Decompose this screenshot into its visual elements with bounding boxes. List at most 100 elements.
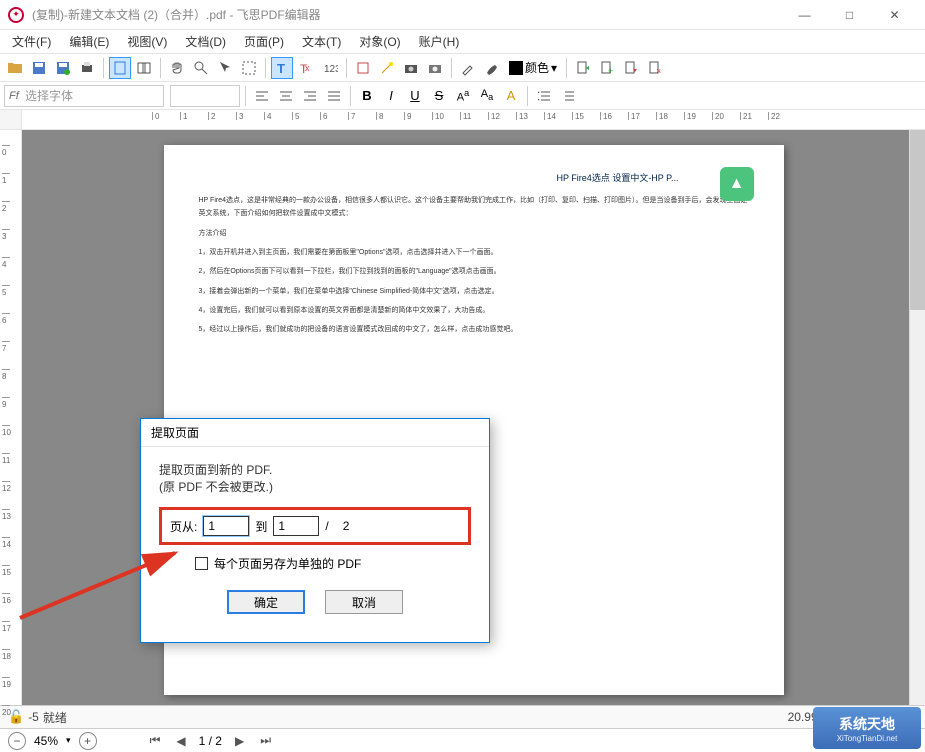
- wand-icon[interactable]: [376, 57, 398, 79]
- align-left-icon[interactable]: [251, 85, 273, 107]
- page-up-icon[interactable]: [620, 57, 642, 79]
- align-justify-icon[interactable]: [323, 85, 345, 107]
- save-icon[interactable]: [28, 57, 50, 79]
- zoom-level: 45%: [34, 734, 58, 748]
- page-add-icon[interactable]: +: [596, 57, 618, 79]
- page-body: HP Fire4选点，这是非常经典的一款办公设备，相信很多人都认识它。这个设备主…: [199, 194, 749, 336]
- pages-icon[interactable]: [133, 57, 155, 79]
- maximize-button[interactable]: □: [827, 1, 872, 29]
- underline-icon[interactable]: U: [404, 85, 426, 107]
- text-bold-icon[interactable]: Tx: [295, 57, 317, 79]
- main-toolbar: T Tx 123 颜色 ▾ + ×: [0, 54, 925, 82]
- brand-en: XiTongTianDi.net: [837, 734, 898, 743]
- checkbox-label: 每个页面另存为单独的 PDF: [214, 555, 361, 572]
- pdf-badge-icon: ▲: [720, 167, 754, 201]
- menu-text[interactable]: 文本(T): [294, 30, 349, 53]
- next-page-button[interactable]: ▶: [232, 734, 247, 748]
- color-picker[interactable]: 颜色 ▾: [505, 59, 561, 76]
- from-input[interactable]: [203, 516, 249, 536]
- separator: [346, 58, 347, 78]
- align-center-icon[interactable]: [275, 85, 297, 107]
- checkbox-row: 每个页面另存为单独的 PDF: [195, 555, 471, 572]
- color-label: 颜色: [525, 59, 549, 76]
- page-range-row: 页从: 到 / 2: [159, 507, 471, 545]
- menu-document[interactable]: 文档(D): [177, 30, 234, 53]
- minimize-button[interactable]: —: [782, 1, 827, 29]
- menu-object[interactable]: 对象(O): [351, 30, 408, 53]
- subscript-icon[interactable]: Aa: [476, 85, 498, 107]
- camera2-icon[interactable]: [424, 57, 446, 79]
- last-page-button[interactable]: ⏭: [257, 733, 274, 748]
- page-del-icon[interactable]: ×: [644, 57, 666, 79]
- bold-icon[interactable]: B: [356, 85, 378, 107]
- menu-file[interactable]: 文件(F): [4, 30, 59, 53]
- select-icon[interactable]: [238, 57, 260, 79]
- status-ready: 就绪: [43, 709, 67, 726]
- from-label: 页从:: [170, 518, 197, 535]
- page-icon[interactable]: [109, 57, 131, 79]
- menu-page[interactable]: 页面(P): [236, 30, 292, 53]
- zoom-in-button[interactable]: +: [79, 732, 97, 750]
- separator: [451, 58, 452, 78]
- pointer-icon[interactable]: [214, 57, 236, 79]
- open-icon[interactable]: [4, 57, 26, 79]
- separator: [265, 58, 266, 78]
- eyedropper-icon[interactable]: [457, 57, 479, 79]
- svg-text:+: +: [608, 66, 613, 76]
- menu-view[interactable]: 视图(V): [119, 30, 175, 53]
- menu-account[interactable]: 账户(H): [411, 30, 468, 53]
- total-label: 2: [343, 519, 350, 533]
- close-button[interactable]: ✕: [872, 1, 917, 29]
- separator: [350, 86, 351, 106]
- text-color-icon[interactable]: A: [500, 85, 522, 107]
- dialog-title: 提取页面: [141, 419, 489, 447]
- print-icon[interactable]: [76, 57, 98, 79]
- scrollbar-vertical[interactable]: [909, 130, 925, 705]
- svg-text:T: T: [277, 61, 285, 76]
- window-title: (复制)-新建文本文档 (2)（合并）.pdf - 飞思PDF编辑器: [32, 6, 782, 23]
- zoom-icon[interactable]: [190, 57, 212, 79]
- align-right-icon[interactable]: [299, 85, 321, 107]
- separator: [245, 86, 246, 106]
- line-spacing-icon[interactable]: [533, 85, 555, 107]
- sep-label: /: [325, 519, 328, 533]
- content-area: 01234567891011121314151617181920 ▲ HP Fi…: [0, 130, 925, 705]
- cancel-button[interactable]: 取消: [325, 590, 403, 614]
- brush-icon[interactable]: [481, 57, 503, 79]
- italic-icon[interactable]: I: [380, 85, 402, 107]
- text-icon[interactable]: T: [271, 57, 293, 79]
- save-as-icon[interactable]: [52, 57, 74, 79]
- separator: [103, 58, 104, 78]
- menu-edit[interactable]: 编辑(E): [61, 30, 117, 53]
- separator: [566, 58, 567, 78]
- size-select[interactable]: [170, 85, 240, 107]
- ruler-vertical: 01234567891011121314151617181920: [0, 130, 22, 705]
- crop-icon[interactable]: [352, 57, 374, 79]
- to-input[interactable]: [273, 516, 319, 536]
- brand-logo: 系统天地 XiTongTianDi.net: [813, 707, 921, 749]
- prev-page-button[interactable]: ◀: [173, 734, 188, 748]
- save-separate-checkbox[interactable]: [195, 557, 208, 570]
- menubar: 文件(F) 编辑(E) 视图(V) 文档(D) 页面(P) 文本(T) 对象(O…: [0, 30, 925, 54]
- page-indicator: 1 / 2: [199, 734, 222, 748]
- strike-icon[interactable]: S: [428, 85, 450, 107]
- dialog-line1: 提取页面到新的 PDF.: [159, 461, 471, 478]
- app-icon: ✦: [8, 7, 24, 23]
- page-rotate-icon[interactable]: [572, 57, 594, 79]
- hand-icon[interactable]: [166, 57, 188, 79]
- status-bar: 🔓 -5 就绪 20.99 x 29.7 cm 预览: [0, 705, 925, 728]
- camera-icon[interactable]: [400, 57, 422, 79]
- extract-pages-dialog: 提取页面 提取页面到新的 PDF. (原 PDF 不会被更改.) 页从: 到 /…: [140, 418, 490, 643]
- svg-text:123: 123: [324, 64, 338, 75]
- zoom-out-button[interactable]: −: [8, 732, 26, 750]
- first-page-button[interactable]: ⏮: [147, 733, 164, 748]
- ok-button[interactable]: 确定: [227, 590, 305, 614]
- status-locked: -5: [28, 710, 39, 724]
- char-spacing-icon[interactable]: [557, 85, 579, 107]
- brand-cn: 系统天地: [839, 714, 895, 734]
- text-num-icon[interactable]: 123: [319, 57, 341, 79]
- format-toolbar: 选择字体 B I U S Aa Aa A: [0, 82, 925, 110]
- window-controls: — □ ✕: [782, 1, 917, 29]
- superscript-icon[interactable]: Aa: [452, 85, 474, 107]
- font-select[interactable]: 选择字体: [4, 85, 164, 107]
